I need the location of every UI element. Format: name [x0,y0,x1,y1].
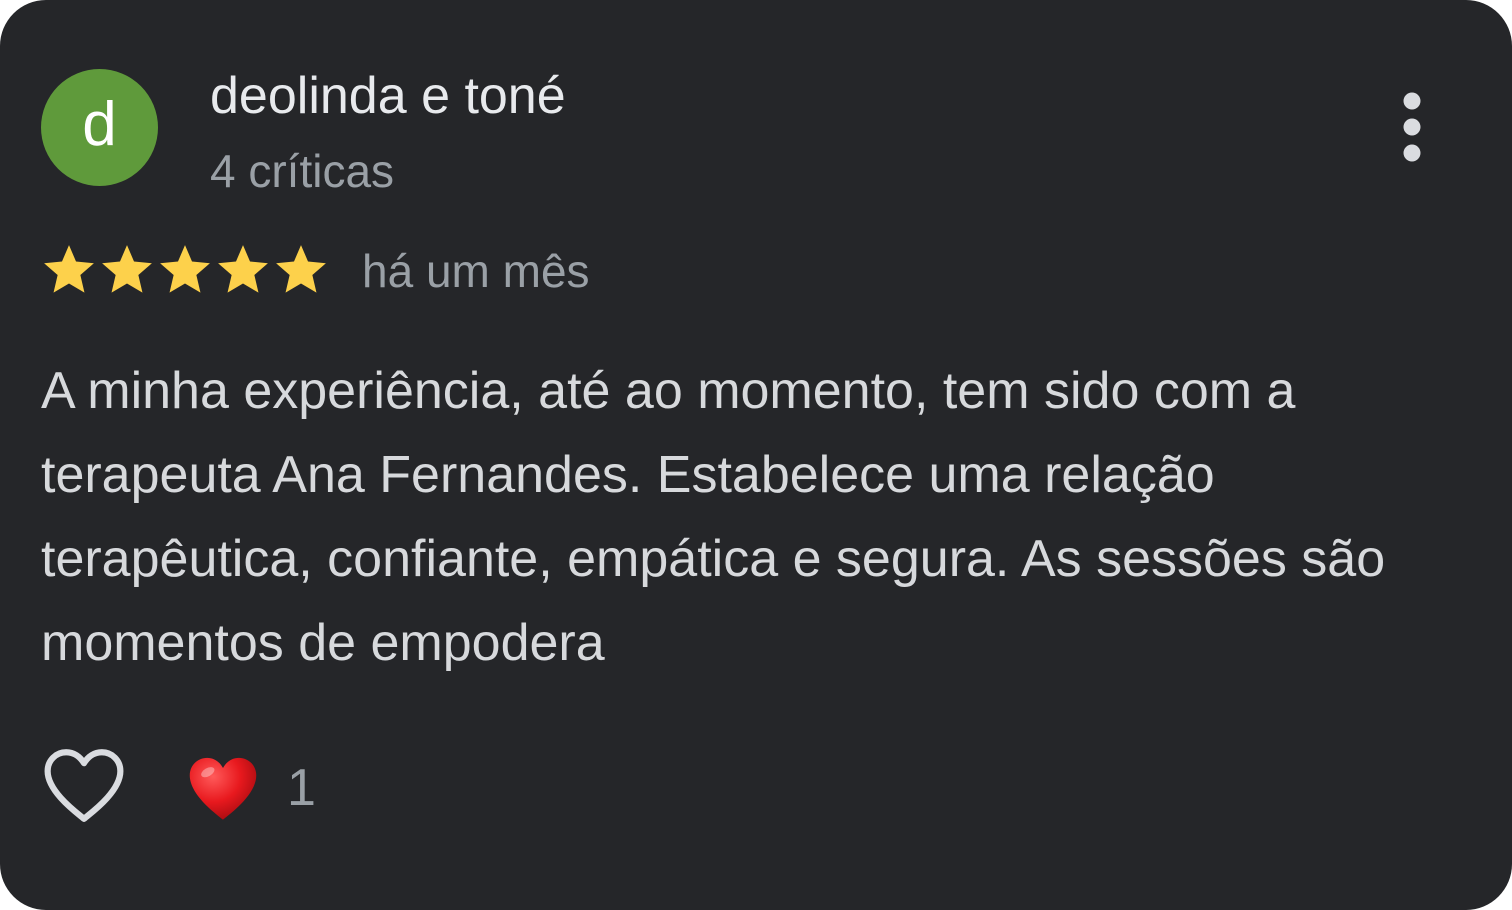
star-rating [40,241,330,297]
avatar[interactable]: d [41,69,158,186]
author-name[interactable]: deolinda e toné [210,66,566,126]
star-icon [276,245,326,293]
star-icon [218,245,268,293]
avatar-initial: d [82,89,117,159]
heart-outline-icon [44,749,124,822]
author-review-count: 4 críticas [210,145,395,197]
review-text: A minha experiência, até ao momento, tem… [41,362,1386,672]
more-vertical-icon [1403,92,1421,162]
like-button[interactable] [38,742,130,828]
review-card: d deolinda e toné 4 críticas há um mês A… [0,0,1512,910]
star-icon [160,245,210,293]
reaction-count: 1 [287,759,316,817]
star-icon [44,245,94,293]
red-heart-emoji-icon [189,757,257,820]
reaction-summary[interactable]: 1 [185,748,316,828]
star-icon [102,245,152,293]
more-options-button[interactable] [1384,86,1440,168]
review-date: há um mês [362,245,590,297]
